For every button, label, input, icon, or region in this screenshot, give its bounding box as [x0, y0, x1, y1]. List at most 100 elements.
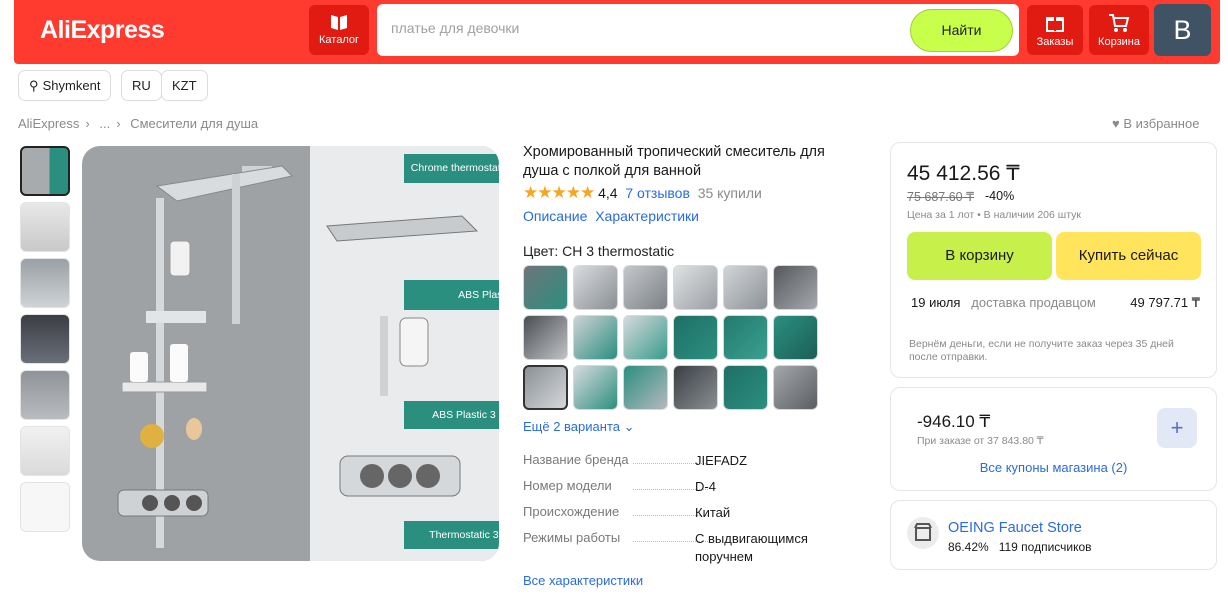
thumbnail[interactable] — [20, 202, 70, 252]
discount-badge: -40% — [985, 189, 1015, 203]
product-tabs: Описание Характеристики — [523, 208, 699, 224]
heart-icon: ♥ — [1112, 116, 1120, 131]
spec-row: Режимы работы С выдвигающимся поручнем — [523, 530, 853, 564]
coupon-condition: При заказе от 37 843.80 ₸ — [917, 435, 1044, 447]
tab-description[interactable]: Описание — [523, 208, 587, 224]
buy-now-button[interactable]: Купить сейчас — [1056, 232, 1201, 280]
search-input[interactable] — [391, 20, 891, 36]
rating-value: 4,4 — [598, 185, 618, 201]
color-label: Цвет: CH 3 thermostatic — [523, 243, 675, 259]
breadcrumb-item[interactable]: AliExpress — [18, 116, 79, 131]
catalog-label: Каталог — [319, 34, 359, 46]
color-option[interactable] — [673, 365, 718, 410]
aliexpress-logo[interactable]: AliExpress — [40, 16, 165, 45]
color-option[interactable] — [723, 365, 768, 410]
all-coupons-link[interactable]: Все купоны магазина (2) — [891, 460, 1216, 475]
currency-selector[interactable]: KZT — [161, 70, 208, 101]
location-pin-icon: ⚲ — [29, 78, 39, 93]
language-selector[interactable]: RU — [121, 70, 162, 101]
chevron-right-icon: › — [116, 116, 121, 131]
add-to-cart-button[interactable]: В корзину — [907, 232, 1052, 280]
more-variants-label: Ещё 2 варианта — [523, 419, 620, 434]
color-option[interactable] — [673, 315, 718, 360]
color-option[interactable] — [623, 265, 668, 310]
coupon-amount: -946.10 ₸ — [917, 412, 991, 431]
color-option[interactable] — [723, 315, 768, 360]
color-option[interactable] — [573, 265, 618, 310]
tab-specs[interactable]: Характеристики — [595, 208, 699, 224]
gift-box-icon — [1046, 17, 1064, 32]
store-followers: 119 подписчиков — [998, 540, 1092, 554]
color-option[interactable] — [773, 365, 818, 410]
spec-list: Название бренда JIEFADZ Номер модели D-4 П… — [523, 452, 853, 564]
bought-count: 35 купили — [697, 185, 762, 201]
spec-key: Режимы работы — [523, 530, 625, 545]
store-positive: 86.42% — [948, 540, 989, 554]
breadcrumb-item[interactable]: Смесители для душа — [130, 116, 258, 131]
thumbnail[interactable] — [20, 482, 70, 532]
thumbnail[interactable] — [20, 146, 70, 196]
add-coupon-button[interactable]: + — [1157, 408, 1197, 448]
book-icon — [331, 15, 347, 30]
breadcrumb: AliExpress › ... › Смесители для душа — [18, 116, 264, 131]
orders-button[interactable]: Заказы — [1027, 5, 1083, 55]
thumbnail[interactable] — [20, 370, 70, 420]
city-selector[interactable]: ⚲ Shymkent — [18, 70, 112, 101]
image-panel-caption: Chrome thermostatic 3 Function — [404, 154, 499, 183]
spec-row: Название бренда JIEFADZ — [523, 452, 853, 478]
all-specs-link[interactable]: Все характеристики — [523, 573, 643, 588]
more-variants-link[interactable]: Ещё 2 варианта ⌄ — [523, 419, 635, 435]
chevron-down-icon: ⌄ — [623, 419, 635, 434]
image-panel-caption: Thermostatic 3 Function — [404, 521, 499, 549]
color-option[interactable] — [623, 315, 668, 360]
current-price: 45 412.56 ₸ — [907, 162, 1020, 185]
main-product-image[interactable]: Chrome thermostatic 3 Function ABS Plast… — [82, 146, 499, 561]
cart-button[interactable]: Корзина — [1089, 5, 1149, 55]
image-panel-caption: ABS Plastic 3 Function — [404, 401, 499, 429]
spec-value: JIEFADZ — [695, 453, 748, 468]
delivery-date: 19 июля — [911, 295, 961, 310]
image-panel-caption: ABS Plastic — [404, 280, 499, 310]
catalog-button[interactable]: Каталог — [309, 5, 369, 55]
search-box: Найти — [377, 4, 1019, 56]
add-to-favorites[interactable]: ♥ В избранное — [1112, 116, 1199, 131]
thumbnail[interactable] — [20, 258, 70, 308]
color-option[interactable] — [773, 315, 818, 360]
spec-row: Номер модели D-4 — [523, 478, 853, 504]
product-title: Хромированный тропический смеситель для … — [523, 144, 825, 179]
refund-note: Вернём деньги, если не получите заказ че… — [909, 338, 1174, 363]
color-option[interactable] — [773, 265, 818, 310]
user-avatar[interactable]: B — [1154, 4, 1211, 56]
chevron-right-icon: › — [85, 116, 90, 131]
color-option[interactable] — [573, 315, 618, 360]
breadcrumb-item[interactable]: ... — [99, 116, 110, 131]
store-meta: 86.42% 119 подписчиков — [948, 540, 1092, 554]
orders-label: Заказы — [1036, 36, 1074, 48]
spec-row: Происхождение Китай — [523, 504, 853, 530]
color-option[interactable] — [673, 265, 718, 310]
color-option[interactable] — [573, 365, 618, 410]
color-option[interactable] — [523, 315, 568, 360]
top-header: AliExpress Каталог Найти Заказы Корзина … — [14, 0, 1220, 64]
rating-row: ★★★★★ 4,4 7 отзывов 35 купили — [523, 183, 762, 203]
spec-value: Китай — [695, 505, 731, 520]
color-option[interactable] — [523, 265, 568, 310]
favorites-label: В избранное — [1123, 116, 1200, 131]
store-card[interactable]: OEING Faucet Store 86.42% 119 подписчико… — [890, 500, 1217, 570]
cart-label: Корзина — [1098, 36, 1140, 48]
spec-key: Происхождение — [523, 504, 624, 519]
color-option[interactable] — [623, 365, 668, 410]
color-option-selected[interactable] — [523, 365, 568, 410]
store-name[interactable]: OEING Faucet Store — [948, 520, 1082, 536]
star-rating-icon: ★★★★★ — [523, 183, 595, 202]
search-button[interactable]: Найти — [910, 9, 1013, 52]
store-icon — [907, 517, 939, 549]
stock-note: Цена за 1 лот • В наличии 206 штук — [907, 209, 1081, 221]
thumbnail[interactable] — [20, 426, 70, 476]
spec-value: С выдвигающимся поручнем — [695, 531, 808, 564]
spec-key: Название бренда — [523, 452, 633, 467]
color-option[interactable] — [723, 265, 768, 310]
cart-icon — [1109, 14, 1130, 32]
reviews-link[interactable]: 7 отзывов — [625, 185, 690, 201]
thumbnail[interactable] — [20, 314, 70, 364]
